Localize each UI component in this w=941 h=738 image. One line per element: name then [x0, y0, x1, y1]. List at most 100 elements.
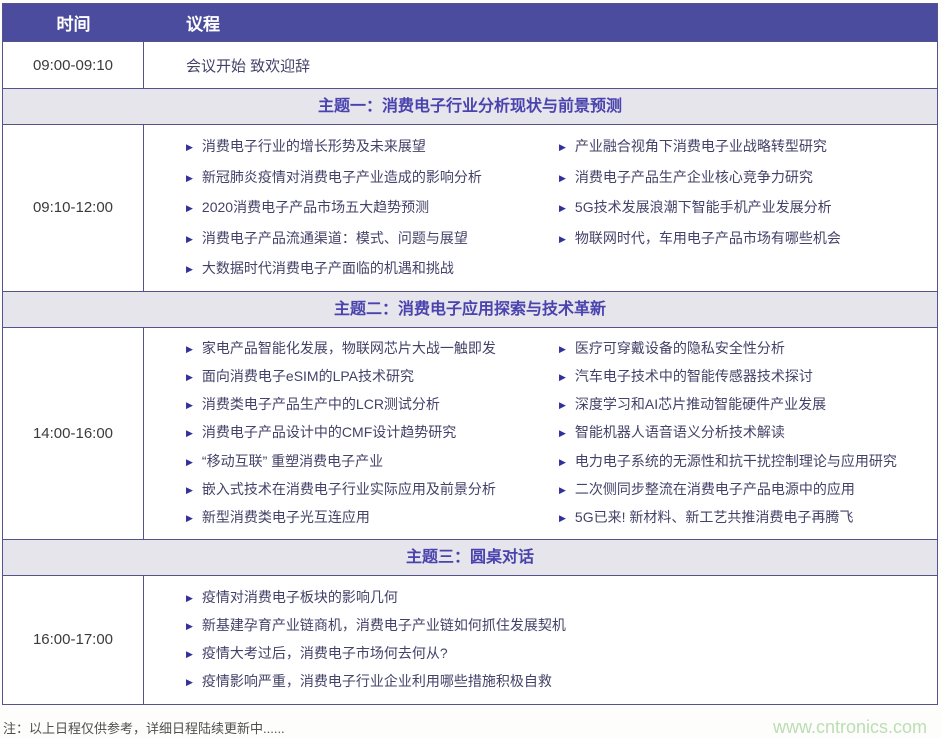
agenda-cell-session3: ▶疫情对消费电子板块的影响几何▶新基建孕育产业链商机，消费电子产业链如何抓住发展… — [144, 576, 937, 704]
triangle-right-icon: ▶ — [186, 477, 193, 503]
agenda-item-text: 物联网时代，车用电子产品市场有哪些机会 — [575, 230, 841, 246]
agenda-cell-session2: ▶ 家电产品智能化发展，物联网芯片大战一触即发 ▶ 面向消费电子eSIM的LPA技术研… — [144, 328, 937, 539]
time-cell-session3: 16:00-17:00 — [3, 576, 144, 704]
agenda-item-text: 2020消费电子产品市场五大趋势预测 — [202, 199, 429, 215]
agenda-item-text: 产业融合视角下消费电子业战略转型研究 — [575, 138, 827, 154]
triangle-right-icon: ▶ — [186, 133, 193, 162]
agenda-item: ▶疫情对消费电子板块的影响几何 — [186, 584, 937, 612]
agenda-list-session3: ▶疫情对消费电子板块的影响几何▶新基建孕育产业链商机，消费电子产业链如何抓住发展… — [144, 576, 937, 704]
triangle-right-icon: ▶ — [559, 449, 566, 475]
agenda-item-text: 消费电子产品设计中的CMF设计趋势研究 — [202, 424, 456, 440]
time-cell-session1: 09:10-12:00 — [3, 125, 144, 291]
agenda-item: ▶ 消费电子产品生产企业核心竞争力研究 — [559, 163, 931, 194]
agenda-item-text: 5G技术发展浪潮下智能手机产业发展分析 — [575, 199, 832, 215]
agenda-item: ▶ 疫情影响严重，消费电子行业企业利用哪些措施积极自救 — [186, 668, 937, 696]
triangle-right-icon: ▶ — [559, 364, 566, 390]
agenda-item-text: 汽车电子技术中的智能传感器技术探讨 — [575, 368, 813, 384]
agenda-item-text: 新基建孕育产业链商机，消费电子产业链如何抓住发展契机 — [202, 617, 566, 633]
agenda-cell-opening: 会议开始 致欢迎辞 — [144, 42, 937, 89]
agenda-item: ▶ 汽车电子技术中的智能传感器技术探讨 — [559, 363, 931, 391]
agenda-item: ▶ 5G已来! 新材料、新工艺共推消费电子再腾飞 — [559, 504, 931, 532]
triangle-right-icon: ▶ — [559, 477, 566, 503]
agenda-item: ▶ 二次侧同步整流在消费电子产品电源中的应用 — [559, 476, 931, 504]
section-header-topic2: 主题二：消费电子应用探索与技术革新 — [3, 291, 937, 327]
agenda-item: ▶ 嵌入式技术在消费电子行业实际应用及前景分析 — [186, 476, 559, 504]
triangle-right-icon: ▶ — [559, 164, 566, 193]
agenda-item: ▶ 新基建孕育产业链商机，消费电子产业链如何抓住发展契机 — [186, 612, 937, 640]
agenda-item: ▶ 消费电子产品设计中的CMF设计趋势研究 — [186, 419, 559, 447]
triangle-right-icon: ▶ — [186, 164, 193, 193]
agenda-item-text: 医疗可穿戴设备的隐私安全性分析 — [575, 340, 785, 356]
agenda-item-text: 面向消费电子eSIM的LPA技术研究 — [202, 368, 414, 384]
triangle-right-icon: ▶ — [559, 194, 566, 223]
agenda-item-text: 消费类电子产品生产中的LCR测试分析 — [202, 396, 440, 412]
triangle-right-icon: ▶ — [559, 392, 566, 418]
agenda-item-text: 嵌入式技术在消费电子行业实际应用及前景分析 — [202, 481, 496, 497]
agenda-item-text: 消费电子行业的增长形势及未来展望 — [202, 138, 426, 154]
column-header-agenda: 议程 — [144, 10, 220, 35]
triangle-right-icon: ▶ — [186, 449, 193, 475]
agenda-cell-session1: ▶ 消费电子行业的增长形势及未来展望 ▶ 新冠肺炎疫情对消费电子产业造成的影响分析 ▶ 2… — [144, 125, 937, 291]
triangle-right-icon: ▶ — [186, 613, 193, 639]
agenda-item: ▶ 新冠肺炎疫情对消费电子产业造成的影响分析 — [186, 163, 559, 194]
agenda-item-text: 家电产品智能化发展，物联网芯片大战一触即发 — [202, 340, 496, 356]
agenda-item-text: 电力电子系统的无源性和抗干扰控制理论与应用研究 — [575, 453, 897, 469]
agenda-item: ▶ 家电产品智能化发展，物联网芯片大战一触即发 — [186, 335, 559, 363]
agenda-item: ▶ 2020消费电子产品市场五大趋势预测 — [186, 193, 559, 224]
agenda-item: ▶ 电力电子系统的无源性和抗干扰控制理论与应用研究 — [559, 448, 931, 476]
section-header-topic1: 主题一：消费电子行业分析现状与前景预测 — [3, 88, 937, 124]
agenda-item-text: 二次侧同步整流在消费电子产品电源中的应用 — [575, 481, 855, 497]
agenda-item-text: 5G已来! 新材料、新工艺共推消费电子再腾飞 — [575, 509, 853, 525]
agenda-item-text: 消费电子产品流通渠道：模式、问题与展望 — [202, 230, 468, 246]
column-header-time: 时间 — [3, 10, 144, 35]
table-header-row: 时间 议程 — [3, 4, 937, 41]
agenda-item: ▶ “移动互联” 重塑消费电子产业 — [186, 448, 559, 476]
agenda-item: ▶ 5G技术发展浪潮下智能手机产业发展分析 — [559, 193, 931, 224]
triangle-right-icon: ▶ — [186, 364, 193, 390]
agenda-item: ▶消费类电子产品生产中的LCR测试分析 — [186, 391, 559, 419]
agenda-item: ▶ 面向消费电子eSIM的LPA技术研究 — [186, 363, 559, 391]
triangle-right-icon: ▶ — [186, 336, 193, 362]
table-row-session2: 14:00-16:00 ▶家电产品智能化发展，物联网芯片大战一触即发▶面向消费电… — [3, 327, 937, 539]
triangle-right-icon: ▶ — [186, 505, 193, 531]
watermark-url: www.cntronics.com — [773, 717, 927, 738]
page-footer: 注：以上日程仅供参考，详细日程陆续更新中...... www.cntronics… — [0, 705, 941, 738]
agenda-list-session1-right: ▶产业融合视角下消费电子业战略转型研究▶消费电子产品生产企业核心竞争力研究▶5G… — [559, 132, 937, 285]
agenda-item-text: 大数据时代消费电子产面临的机遇和挑战 — [202, 260, 454, 276]
table-row-session3: 16:00-17:00 ▶疫情对消费电子板块的影响几何▶新基建孕育产业链商机，消… — [3, 575, 937, 704]
agenda-list-session2-right: ▶ 医疗可穿戴设备的隐私安全性分析 ▶ 汽车电子技术中的智能传感器技术探讨 ▶ 深度学习和… — [559, 335, 937, 533]
triangle-right-icon: ▶ — [559, 505, 566, 531]
conference-agenda-page: 时间 议程 09:00-09:10 会议开始 致欢迎辞 主题一：消费电子行业分析… — [0, 3, 941, 738]
triangle-right-icon: ▶ — [559, 336, 566, 362]
triangle-right-icon: ▶ — [559, 225, 566, 254]
section-header-topic3: 主题三：圆桌对话 — [3, 539, 937, 575]
agenda-item-text: 新冠肺炎疫情对消费电子产业造成的影响分析 — [202, 169, 482, 185]
agenda-item: ▶产业融合视角下消费电子业战略转型研究 — [559, 132, 931, 163]
triangle-right-icon: ▶ — [186, 641, 193, 667]
agenda-item-text: 疫情大考过后，消费电子市场何去何从? — [202, 645, 448, 661]
agenda-item-text: 消费电子产品生产企业核心竞争力研究 — [575, 169, 813, 185]
agenda-item-text: 疫情影响严重，消费电子行业企业利用哪些措施积极自救 — [202, 673, 552, 689]
agenda-item: ▶ 疫情大考过后，消费电子市场何去何从? — [186, 640, 937, 668]
agenda-list-session1-left: ▶ 消费电子行业的增长形势及未来展望 ▶ 新冠肺炎疫情对消费电子产业造成的影响分析 ▶ 2… — [144, 132, 559, 285]
time-cell-opening: 09:00-09:10 — [3, 42, 144, 88]
footnote-text: 注：以上日程仅供参考，详细日程陆续更新中...... — [3, 718, 285, 737]
agenda-item-text: 新型消费类电子光互连应用 — [202, 509, 370, 525]
table-row-session1: 09:10-12:00 ▶ 消费电子行业的增长形势及未来展望 ▶ 新冠肺炎疫情对消费电… — [3, 124, 937, 291]
triangle-right-icon: ▶ — [186, 669, 193, 695]
table-row-opening: 09:00-09:10 会议开始 致欢迎辞 — [3, 41, 937, 88]
agenda-list-session2-left: ▶ 家电产品智能化发展，物联网芯片大战一触即发 ▶ 面向消费电子eSIM的LPA技术研… — [144, 335, 559, 533]
triangle-right-icon: ▶ — [559, 420, 566, 446]
agenda-table: 时间 议程 09:00-09:10 会议开始 致欢迎辞 主题一：消费电子行业分析… — [2, 3, 938, 705]
agenda-item: ▶消费电子产品流通渠道：模式、问题与展望 — [186, 224, 559, 255]
agenda-item: ▶ 消费电子行业的增长形势及未来展望 — [186, 132, 559, 163]
agenda-item: ▶智能机器人语音语义分析技术解读 — [559, 419, 931, 447]
triangle-right-icon: ▶ — [186, 194, 193, 223]
agenda-item: ▶ 新型消费类电子光互连应用 — [186, 504, 559, 532]
agenda-item: ▶ 医疗可穿戴设备的隐私安全性分析 — [559, 335, 931, 363]
agenda-item: ▶ 深度学习和AI芯片推动智能硬件产业发展 — [559, 391, 931, 419]
triangle-right-icon: ▶ — [186, 420, 193, 446]
agenda-item-text: 疫情对消费电子板块的影响几何 — [202, 589, 398, 605]
agenda-item-text: “移动互联” 重塑消费电子产业 — [202, 453, 383, 469]
agenda-item-text: 深度学习和AI芯片推动智能硬件产业发展 — [575, 396, 826, 412]
